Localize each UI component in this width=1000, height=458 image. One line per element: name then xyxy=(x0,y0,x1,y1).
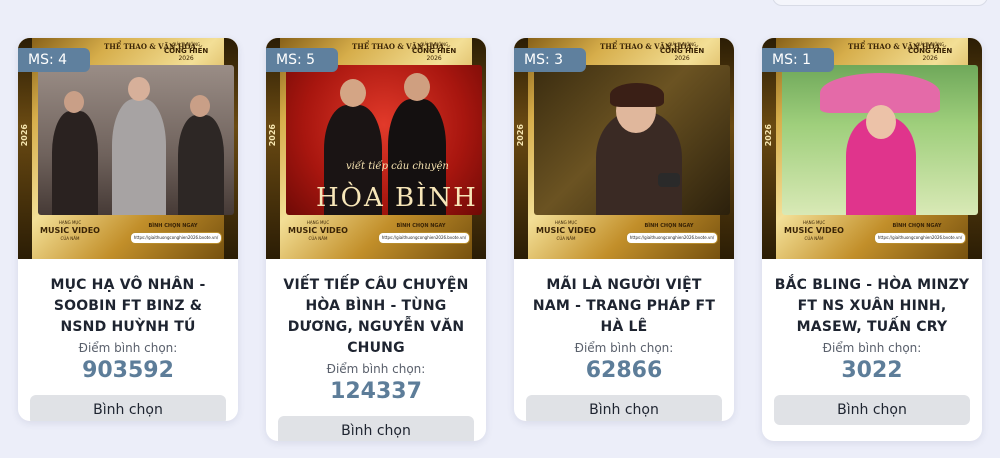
nominee-title: VIẾT TIẾP CÂU CHUYỆN HÒA BÌNH - TÙNG DƯƠ… xyxy=(283,277,469,356)
vote-url: https://giaithuongconghien2026.bvote.vn/ xyxy=(130,232,222,244)
vote-button[interactable]: Bình chọn xyxy=(278,416,474,441)
vote-url: https://giaithuongconghien2026.bvote.vn/ xyxy=(378,232,470,244)
award-logo: GIẢI THƯỞNG CỐNG HIẾN 2026 xyxy=(660,42,705,62)
vote-score: 62866 xyxy=(585,358,663,383)
nominee-photo xyxy=(782,65,978,215)
year-tag: 2026 xyxy=(764,124,773,147)
award-logo: GIẢI THƯỞNG CỐNG HIẾN 2026 xyxy=(164,42,209,62)
poster-title: HÒA BÌNH xyxy=(316,183,478,213)
score-label: Điểm bình chọn: xyxy=(326,362,426,376)
vote-now-label: BÌNH CHỌN NGAY xyxy=(644,223,694,229)
year-tag: 2026 xyxy=(268,124,277,147)
vote-url: https://giaithuongconghien2026.bvote.vn/ xyxy=(874,232,966,244)
vote-score: 124337 xyxy=(330,379,422,404)
nominee-thumbnail[interactable]: THỂ THAO & VĂN HÓA GIẢI THƯỞNG CỐNG HIẾN… xyxy=(514,38,734,259)
nominee-title: MÃI LÀ NGƯỜI VIỆT NAM - TRANG PHÁP FT HÀ… xyxy=(532,277,716,335)
vote-now-label: BÌNH CHỌN NGAY xyxy=(148,223,198,229)
score-label: Điểm bình chọn: xyxy=(822,341,922,355)
vote-url: https://giaithuongconghien2026.bvote.vn/ xyxy=(626,232,718,244)
nominee-photo xyxy=(38,65,234,215)
ms-badge: MS: 5 xyxy=(266,48,338,72)
category-label: HẠNG MỤC MUSIC VIDEO CỦA NĂM xyxy=(288,220,348,241)
nominee-title: MỤC HẠ VÔ NHÂN - SOOBIN FT BINZ & NSND H… xyxy=(50,277,206,335)
category-label: HẠNG MỤC MUSIC VIDEO CỦA NĂM xyxy=(784,220,844,241)
vote-button[interactable]: Bình chọn xyxy=(526,395,722,421)
top-filter-pill[interactable] xyxy=(772,0,988,6)
nominee-title: BẮC BLING - HÒA MINZY FT NS XUÂN HINH, M… xyxy=(774,277,970,335)
category-label: HẠNG MỤC MUSIC VIDEO CỦA NĂM xyxy=(40,220,100,241)
score-label: Điểm bình chọn: xyxy=(78,341,178,355)
vote-button[interactable]: Bình chọn xyxy=(30,395,226,421)
vote-now-label: BÌNH CHỌN NGAY xyxy=(892,223,942,229)
year-tag: 2026 xyxy=(516,124,525,147)
nominee-photo: viết tiếp câu chuyện HÒA BÌNH xyxy=(286,65,482,215)
ms-badge: MS: 1 xyxy=(762,48,834,72)
score-label: Điểm bình chọn: xyxy=(574,341,674,355)
nominee-photo xyxy=(534,65,730,215)
nominee-thumbnail[interactable]: THỂ THAO & VĂN HÓA GIẢI THƯỞNG CỐNG HIẾN… xyxy=(266,38,486,259)
poster-subtitle: viết tiếp câu chuyện xyxy=(346,161,449,172)
vote-button[interactable]: Bình chọn xyxy=(774,395,970,425)
nominee-card: THỂ THAO & VĂN HÓA GIẢI THƯỞNG CỐNG HIẾN… xyxy=(762,38,982,441)
vote-score: 3022 xyxy=(841,358,903,383)
ms-badge: MS: 3 xyxy=(514,48,586,72)
nominee-thumbnail[interactable]: THỂ THAO & VĂN HÓA GIẢI THƯỞNG CỐNG HIẾN… xyxy=(762,38,982,259)
award-logo: GIẢI THƯỞNG CỐNG HIẾN 2026 xyxy=(412,42,457,62)
award-logo: GIẢI THƯỞNG CỐNG HIẾN 2026 xyxy=(908,42,953,62)
nominee-card: THỂ THAO & VĂN HÓA GIẢI THƯỞNG CỐNG HIẾN… xyxy=(266,38,486,441)
ms-badge: MS: 4 xyxy=(18,48,90,72)
nominee-thumbnail[interactable]: THỂ THAO & VĂN HÓA GIẢI THƯỞNG CỐNG HIẾN… xyxy=(18,38,238,259)
year-tag: 2026 xyxy=(20,124,29,147)
vote-score: 903592 xyxy=(82,358,174,383)
nominee-card: THỂ THAO & VĂN HÓA GIẢI THƯỞNG CỐNG HIẾN… xyxy=(18,38,238,421)
category-label: HẠNG MỤC MUSIC VIDEO CỦA NĂM xyxy=(536,220,596,241)
nominee-card: THỂ THAO & VĂN HÓA GIẢI THƯỞNG CỐNG HIẾN… xyxy=(514,38,734,421)
vote-now-label: BÌNH CHỌN NGAY xyxy=(396,223,446,229)
